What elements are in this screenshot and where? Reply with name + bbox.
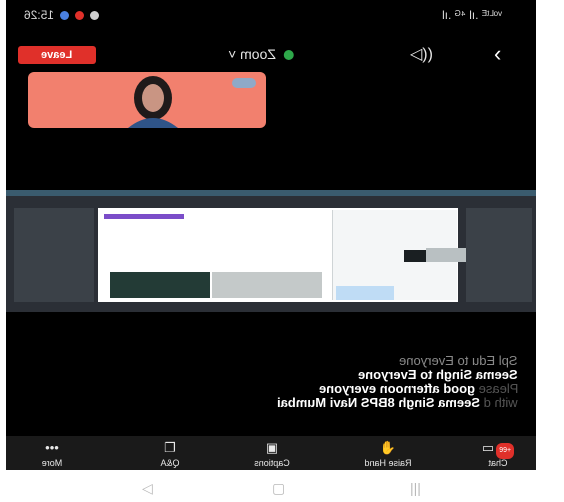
shared-sidebar: [14, 208, 94, 302]
app-icon: [75, 10, 85, 20]
meeting-toolbar: ▭ 99+ Chat ✋ Raise Hand ▣ Captions ❐ Q&A …: [6, 436, 536, 470]
back-button[interactable]: ‹: [494, 41, 501, 67]
chat-button[interactable]: ▭ 99+ Chat: [468, 440, 528, 468]
status-bar: ᵛᵒᴸᵗᴱ .ıl ⁴ᴳ .ıl 15:26: [6, 0, 536, 30]
captions-button[interactable]: ▣ Captions: [242, 440, 302, 468]
leave-button[interactable]: Leave: [18, 46, 96, 64]
raise-hand-button[interactable]: ✋ Raise Hand: [358, 440, 418, 468]
qa-icon: ❐: [164, 440, 176, 455]
hand-icon: ✋: [379, 440, 397, 455]
qa-button[interactable]: ❐ Q&A: [140, 440, 200, 468]
chat-icon: ▭ 99+: [468, 440, 528, 459]
chat-line: with d Seema Singh 8BPS Navi Mumbai: [277, 395, 518, 410]
signal-indicators: ᵛᵒᴸᵗᴱ .ıl ⁴ᴳ .ıl: [442, 8, 502, 22]
chat-line: Please good afternoon everyone: [318, 381, 518, 396]
chat-line: Seema Singh to Everyone: [358, 367, 518, 382]
android-nav-bar: ||| ▢ ◁: [0, 474, 564, 502]
cc-icon: ▣: [265, 440, 279, 455]
more-button[interactable]: ••• More: [22, 440, 82, 468]
more-icon: •••: [45, 440, 59, 455]
shield-icon: [283, 50, 294, 61]
chevron-down-icon: ˅: [228, 46, 237, 62]
back-nav-icon[interactable]: ◁: [142, 480, 153, 497]
zoom-meeting-screen: ᵛᵒᴸᵗᴱ .ıl ⁴ᴳ .ıl 15:26 ‹ ◁)) Zoom ˅ Leav…: [6, 0, 536, 470]
video-badge: [232, 78, 256, 88]
participant-video-tile[interactable]: [28, 72, 266, 128]
shared-right-bar: [466, 208, 532, 302]
speaker-icon[interactable]: ◁)): [410, 44, 433, 64]
chat-overlay: Spl Edu to Everyone Seema Singh to Every…: [6, 350, 536, 410]
participant-image: [128, 76, 178, 128]
clock: 15:26: [24, 8, 55, 22]
notification-icon: [90, 10, 100, 20]
meeting-title[interactable]: Zoom ˅: [228, 46, 298, 62]
app-icon: [60, 10, 70, 20]
meeting-top-bar: ‹ ◁)) Zoom ˅ Leave: [6, 38, 536, 70]
recents-icon[interactable]: |||: [410, 480, 421, 496]
home-icon[interactable]: ▢: [272, 480, 285, 497]
chat-line: Spl Edu to Everyone: [399, 353, 518, 368]
screen-share-view[interactable]: [6, 190, 536, 312]
